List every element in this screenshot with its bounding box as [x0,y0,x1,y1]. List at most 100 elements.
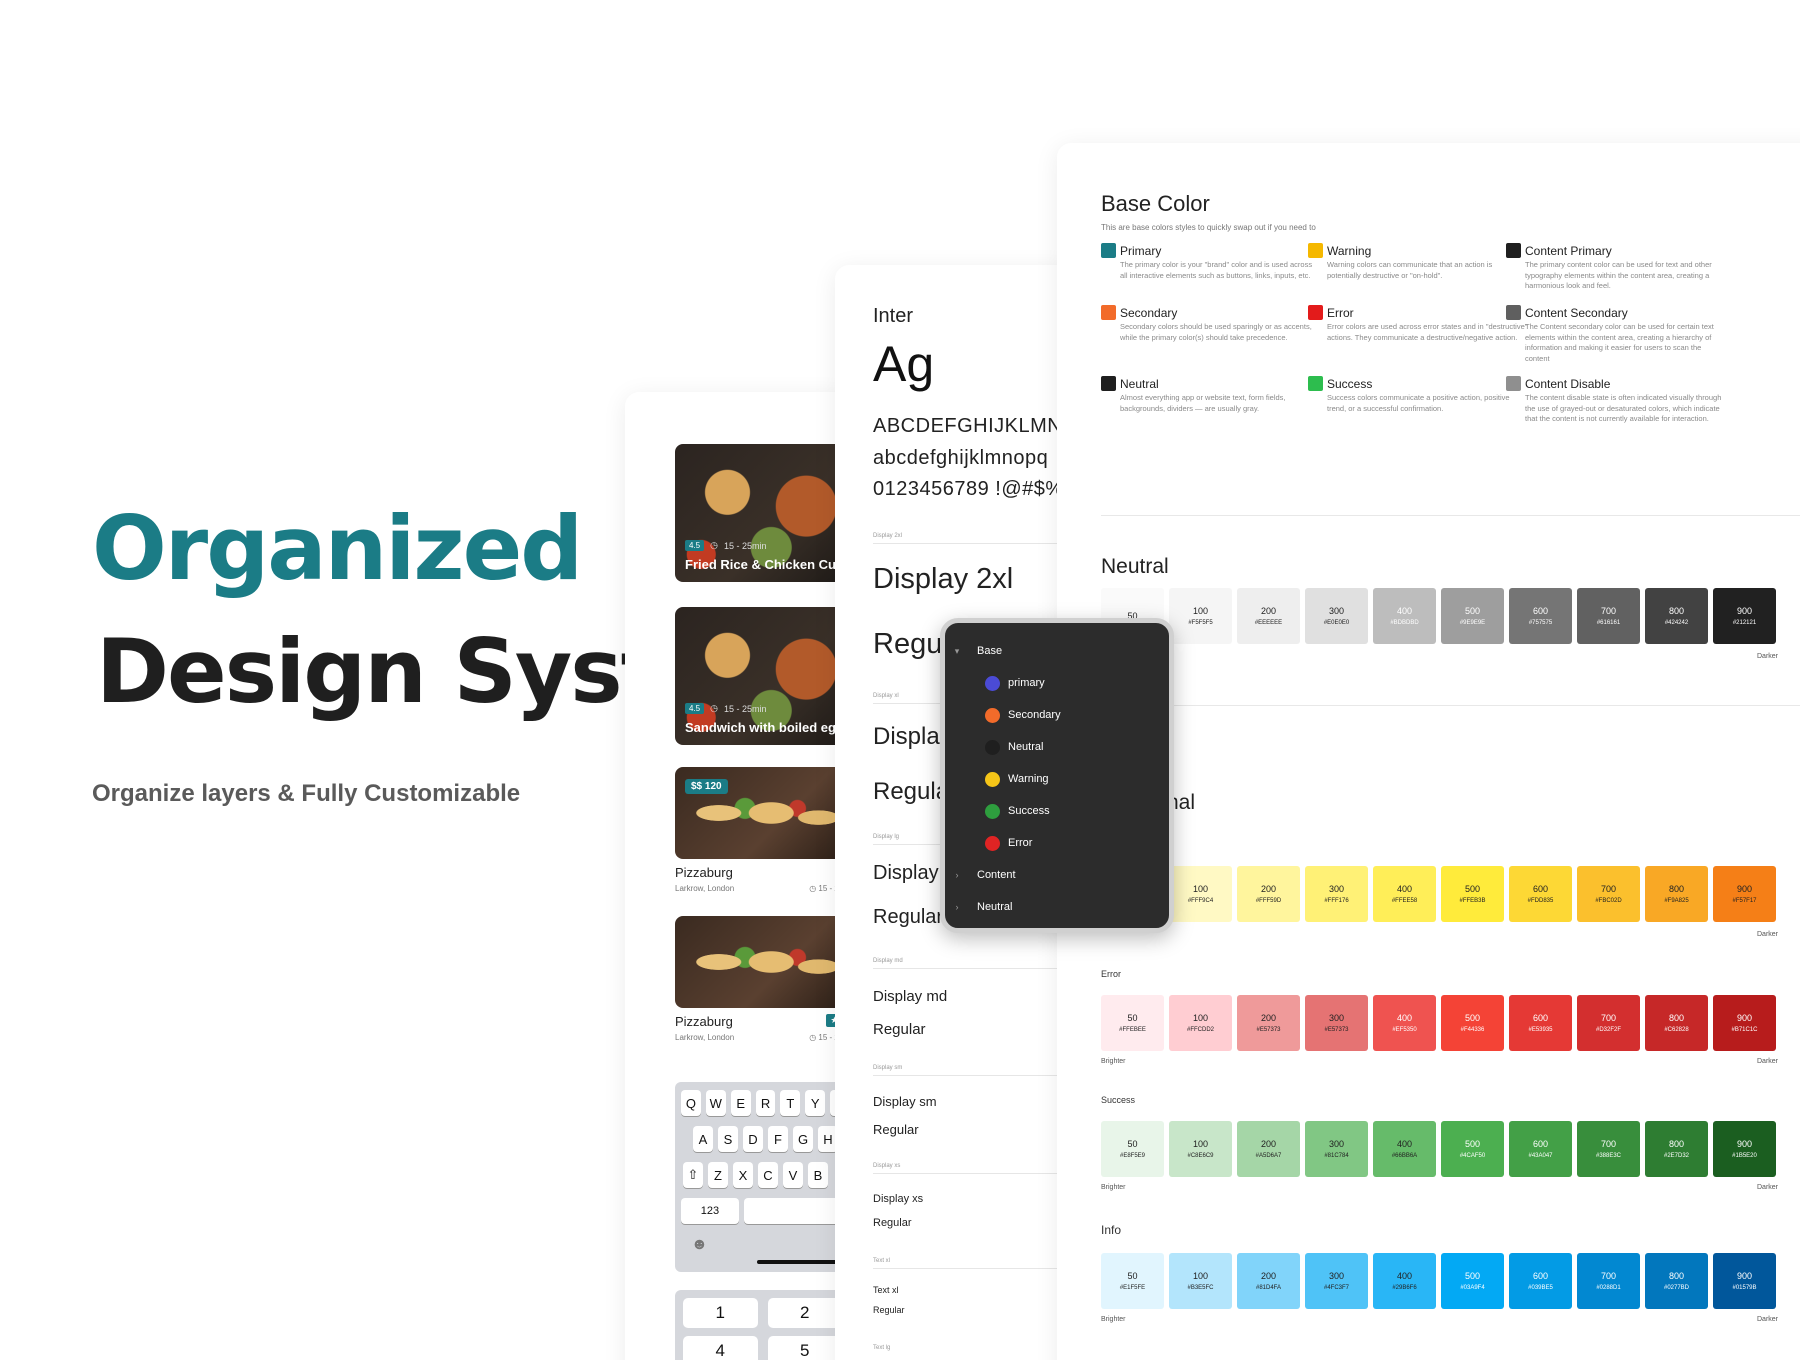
warning-swatch-300[interactable]: 300 #FFF176 [1305,866,1368,922]
error-swatch-50[interactable]: 50 #FFEBEE [1101,995,1164,1051]
swatch-name: 900 [1736,606,1753,616]
success-swatch-500[interactable]: 500 #4CAF50 [1441,1121,1504,1177]
swatch-hex: #D32F2F [1595,1027,1621,1033]
key-a[interactable]: A [693,1126,713,1152]
dropdown-item-base[interactable]: ▾ Base [945,635,1169,667]
neutral-swatch-800[interactable]: 800 #424242 [1645,588,1708,644]
key-c[interactable]: C [758,1162,778,1188]
neutral-swatch-500[interactable]: 500 #9E9E9E [1441,588,1504,644]
legend-description: The primary content color can be used fo… [1525,260,1712,290]
key-q[interactable]: Q [681,1090,701,1116]
success-swatch-300[interactable]: 300 #81C784 [1305,1121,1368,1177]
success-swatch-800[interactable]: 800 #2E7D32 [1645,1121,1708,1177]
success-swatch-200[interactable]: 200 #A5D6A7 [1237,1121,1300,1177]
swatch-hex: #EEEEEE [1254,620,1283,626]
error-swatch-600[interactable]: 600 #E53935 [1509,995,1572,1051]
dropdown-item-primary[interactable]: primary [945,667,1169,699]
warning-swatch-800[interactable]: 800 #F9A825 [1645,866,1708,922]
error-swatch-100[interactable]: 100 #FFCDD2 [1169,995,1232,1051]
success-swatch-700[interactable]: 700 #388E3C [1577,1121,1640,1177]
key-v[interactable]: V [783,1162,803,1188]
error-swatch-900[interactable]: 900 #B71C1C [1713,995,1776,1051]
swatch-name: 300 [1328,1139,1345,1149]
success-swatch-50[interactable]: 50 #E8F5E9 [1101,1121,1164,1177]
info-swatch-200[interactable]: 200 #81D4FA [1237,1253,1300,1309]
dropdown-item-label: Content [977,869,1016,881]
neutral-swatch-100[interactable]: 100 #F5F5F5 [1169,588,1232,644]
info-swatch-400[interactable]: 400 #29B6F6 [1373,1253,1436,1309]
key-g[interactable]: G [793,1126,813,1152]
food-image: $$ 120 [675,767,850,859]
neutral-swatch-600[interactable]: 600 #757575 [1509,588,1572,644]
emoji-icon[interactable]: ☻ [691,1236,708,1254]
info-swatch-100[interactable]: 100 #B3E5FC [1169,1253,1232,1309]
error-swatch-400[interactable]: 400 #EF5350 [1373,995,1436,1051]
info-swatch-600[interactable]: 600 #039BE5 [1509,1253,1572,1309]
dropdown-item-warning[interactable]: Warning [945,763,1169,795]
key-t[interactable]: T [780,1090,801,1116]
key-s[interactable]: S [718,1126,738,1152]
key-z[interactable]: Z [708,1162,728,1188]
warning-swatch-700[interactable]: 700 #FBC02D [1577,866,1640,922]
key-x[interactable]: X [733,1162,753,1188]
numpad-key-5[interactable]: 5 [767,1336,842,1360]
warning-swatch-500[interactable]: 500 #FFEB3B [1441,866,1504,922]
info-swatch-700[interactable]: 700 #0288D1 [1577,1253,1640,1309]
food-card-1[interactable]: 4.5 ◷ 15 - 25min Fried Rice & Chicken Cu… [675,444,850,582]
list-item-2[interactable]: Pizzaburg ★ 4 Larkrow, London ◷ 15 - 25m [675,916,850,1042]
neutral-swatch-200[interactable]: 200 #EEEEEE [1237,588,1300,644]
key-w[interactable]: W [705,1090,726,1116]
swatch-hex: #FFEBEE [1119,1027,1146,1033]
neutral-swatch-900[interactable]: 900 #212121 [1713,588,1776,644]
shift-key-icon[interactable]: ⇧ [683,1162,703,1188]
dropdown-item-success[interactable]: Success [945,795,1169,827]
sample-regular-sm: Regular [873,1122,919,1137]
info-swatch-50[interactable]: 50 #E1F5FE [1101,1253,1164,1309]
warning-swatch-200[interactable]: 200 #FFF59D [1237,866,1300,922]
numpad-key-1[interactable]: 1 [683,1298,758,1328]
dropdown-item-neutral[interactable]: Neutral [945,731,1169,763]
info-swatch-500[interactable]: 500 #03A9F4 [1441,1253,1504,1309]
sample-display-md: Display md [873,988,948,1005]
success-swatch-100[interactable]: 100 #C8E6C9 [1169,1121,1232,1177]
warning-swatch-900[interactable]: 900 #F57F17 [1713,866,1776,922]
warning-swatch-100[interactable]: 100 #FFF9C4 [1169,866,1232,922]
info-swatch-900[interactable]: 900 #01579B [1713,1253,1776,1309]
color-style-dropdown[interactable]: ▾ Base primary Secondary Neutral Warning Succe… [940,618,1174,933]
list-item-1[interactable]: $$ 120 Pizzaburg ★ Larkrow, London ◷ 15 … [675,767,850,893]
numpad-key-4[interactable]: 4 [683,1336,758,1360]
success-swatch-400[interactable]: 400 #66BB6A [1373,1121,1436,1177]
error-swatch-300[interactable]: 300 #E57373 [1305,995,1368,1051]
caption-display-xl: Display xl [873,693,899,699]
error-swatch-700[interactable]: 700 #D32F2F [1577,995,1640,1051]
dropdown-item-secondary[interactable]: Secondary [945,699,1169,731]
neutral-swatch-300[interactable]: 300 #E0E0E0 [1305,588,1368,644]
neutral-swatch-700[interactable]: 700 #616161 [1577,588,1640,644]
dropdown-item-neutral[interactable]: › Neutral [945,891,1169,923]
caption-display-2xl: Display 2xl [873,533,903,539]
success-swatch-900[interactable]: 900 #1B5E20 [1713,1121,1776,1177]
key-y[interactable]: Y [805,1090,826,1116]
key-f[interactable]: F [768,1126,788,1152]
key-e[interactable]: E [730,1090,751,1116]
key-123[interactable]: 123 [681,1198,739,1224]
error-swatch-200[interactable]: 200 #E57373 [1237,995,1300,1051]
dropdown-item-content[interactable]: › Content [945,859,1169,891]
neutral-swatch-400[interactable]: 400 #BDBDBD [1373,588,1436,644]
key-d[interactable]: D [743,1126,763,1152]
key-b[interactable]: B [808,1162,828,1188]
info-swatch-800[interactable]: 800 #0277BD [1645,1253,1708,1309]
success-swatch-600[interactable]: 600 #43A047 [1509,1121,1572,1177]
swatch-name: 100 [1192,1271,1209,1281]
dropdown-item-error[interactable]: Error [945,827,1169,859]
location-label: Larkrow, London [675,1033,735,1042]
food-card-2[interactable]: 4.5 ◷ 15 - 25min Sandwich with boiled eg… [675,607,850,745]
numpad-key-2[interactable]: 2 [767,1298,842,1328]
error-swatch-800[interactable]: 800 #C62828 [1645,995,1708,1051]
legend-name: Secondary [1120,305,1178,320]
warning-swatch-600[interactable]: 600 #FDD835 [1509,866,1572,922]
warning-swatch-400[interactable]: 400 #FFEE58 [1373,866,1436,922]
info-swatch-300[interactable]: 300 #4FC3F7 [1305,1253,1368,1309]
key-r[interactable]: R [755,1090,776,1116]
error-swatch-500[interactable]: 500 #F44336 [1441,995,1504,1051]
